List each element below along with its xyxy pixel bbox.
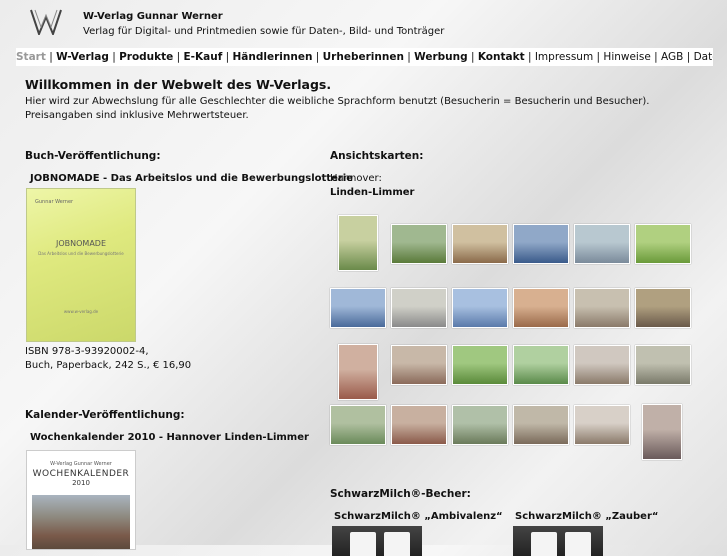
postcard-thumbnail[interactable] [574, 405, 630, 445]
nav-link-e-kauf[interactable]: E-Kauf [184, 51, 223, 63]
postcard-thumbnail[interactable] [330, 405, 386, 445]
book-cover-url: www.w-verlag.de [63, 309, 99, 314]
nav-separator: | [108, 51, 120, 63]
postcard-thumbnail[interactable] [330, 288, 386, 328]
book-isbn: ISBN 978-3-93920002-4, [25, 346, 149, 357]
book-cover-title: JOBNOMADE [55, 239, 106, 248]
nav-separator: | [650, 51, 662, 63]
site-subtitle: Verlag für Digital- und Printmedien sowi… [83, 26, 445, 37]
calendar-cover-year: 2010 [72, 479, 90, 487]
nav-separator: | [683, 51, 694, 63]
book-cover-author: Gunnar Werner [35, 199, 74, 205]
calendar-cover-title: WOCHENKALENDER [32, 469, 130, 479]
postcards-city: Hannover: [330, 173, 382, 184]
calendar-cover-publisher: W-Verlag Gunnar Werner [50, 461, 112, 467]
nav-separator: | [222, 51, 233, 63]
postcard-thumbnail[interactable] [452, 288, 508, 328]
postcard-thumbnail[interactable] [391, 345, 447, 385]
mug-cup-right [565, 532, 591, 556]
nav-separator: | [403, 51, 415, 63]
mug-ambivalenz-image[interactable] [332, 526, 422, 556]
mug-cup-left [350, 532, 376, 556]
postcards-district: Linden-Limmer [330, 187, 415, 198]
postcard-thumbnail[interactable] [338, 215, 378, 271]
mug-cup-right [384, 532, 410, 556]
calendar-section-heading: Kalender-Veröffentlichung: [25, 409, 185, 421]
book-title-link[interactable]: JOBNOMADE - Das Arbeitslos und die Bewer… [30, 173, 353, 184]
postcard-thumbnail[interactable] [642, 404, 682, 460]
postcard-thumbnail[interactable] [338, 344, 378, 400]
mug-zauber-image[interactable] [513, 526, 603, 556]
site-header: W-Verlag Gunnar Werner Verlag für Digita… [0, 0, 727, 44]
intro-line-2: Preisangaben sind inklusive Mehrwertsteu… [25, 110, 249, 121]
nav-link-werbung[interactable]: Werbung [414, 51, 468, 63]
postcard-thumbnail[interactable] [452, 345, 508, 385]
calendar-title-link[interactable]: Wochenkalender 2010 - Hannover Linden-Li… [30, 432, 309, 443]
main-navigation: Start | W-Verlag | Produkte | E-Kauf | H… [16, 48, 713, 66]
nav-link-händlerinnen[interactable]: Händlerinnen [233, 51, 313, 63]
postcard-thumbnail[interactable] [574, 345, 630, 385]
mug-zauber-title[interactable]: SchwarzMilch® „Zauber“ [515, 511, 658, 522]
book-details: Buch, Paperback, 242 S., € 16,90 [25, 360, 192, 371]
mugs-section-heading: SchwarzMilch®-Becher: [330, 488, 471, 500]
postcards-section-heading: Ansichtskarten: [330, 150, 424, 162]
postcard-thumbnail[interactable] [513, 224, 569, 264]
postcard-thumbnail[interactable] [513, 345, 569, 385]
postcard-thumbnail[interactable] [574, 288, 630, 328]
nav-link-kontakt[interactable]: Kontakt [478, 51, 525, 63]
nav-separator: | [173, 51, 184, 63]
nav-link-start[interactable]: Start [16, 51, 46, 63]
book-section-heading: Buch-Veröffentlichung: [25, 150, 161, 162]
calendar-cover-image[interactable]: W-Verlag Gunnar Werner WOCHENKALENDER 20… [26, 450, 136, 550]
page-title: Willkommen in der Webwelt des W-Verlags. [25, 77, 332, 92]
nav-separator: | [524, 51, 535, 63]
book-info: ISBN 978-3-93920002-4, Buch, Paperback, … [25, 345, 191, 373]
book-cover-subtitle: Das Arbeitslos und die Bewerbungslotteri… [38, 251, 124, 256]
intro-text: Hier wird zur Abwechslung für alle Gesch… [25, 95, 649, 123]
site-title: W-Verlag Gunnar Werner [83, 11, 223, 22]
nav-separator: | [593, 51, 604, 63]
nav-link-hinweise[interactable]: Hinweise [603, 51, 650, 63]
postcard-thumbnail[interactable] [513, 405, 569, 445]
book-cover-image[interactable]: Gunnar Werner JOBNOMADE Das Arbeitslos u… [26, 188, 136, 342]
postcard-thumbnail[interactable] [513, 288, 569, 328]
postcard-thumbnail[interactable] [574, 224, 630, 264]
intro-line-1: Hier wird zur Abwechslung für alle Gesch… [25, 96, 650, 107]
postcard-thumbnail[interactable] [452, 224, 508, 264]
nav-link-urheberinnen[interactable]: Urheberinnen [323, 51, 404, 63]
nav-separator: | [312, 51, 323, 63]
postcard-thumbnail[interactable] [635, 288, 691, 328]
postcard-thumbnail[interactable] [391, 288, 447, 328]
postcard-thumbnail[interactable] [391, 405, 447, 445]
nav-separator: | [45, 51, 57, 63]
postcard-thumbnail[interactable] [391, 224, 447, 264]
nav-link-produkte[interactable]: Produkte [119, 51, 173, 63]
mug-cup-left [531, 532, 557, 556]
postcard-thumbnail[interactable] [635, 224, 691, 264]
nav-link-impressum[interactable]: Impressum [535, 51, 593, 63]
nav-separator: | [467, 51, 478, 63]
nav-link-w-verlag[interactable]: W-Verlag [56, 51, 109, 63]
mug-ambivalenz-title[interactable]: SchwarzMilch® „Ambivalenz“ [334, 511, 503, 522]
nav-link-agb[interactable]: AGB [661, 51, 683, 63]
calendar-cover-photo [32, 495, 130, 549]
w-verlag-logo[interactable] [30, 9, 62, 35]
postcard-thumbnail[interactable] [635, 345, 691, 385]
nav-link-datenschutz[interactable]: Datenschutz [694, 51, 713, 63]
postcard-thumbnail[interactable] [452, 405, 508, 445]
